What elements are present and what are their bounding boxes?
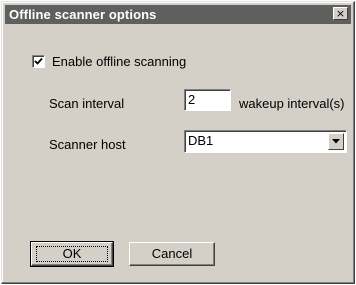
close-icon: × (335, 7, 346, 20)
scan-interval-unit-label: wakeup interval(s) (239, 96, 345, 111)
scan-interval-value: 2 (188, 92, 196, 107)
scan-interval-input[interactable]: 2 (184, 89, 231, 111)
enable-offline-scanning-label[interactable]: Enable offline scanning (52, 54, 186, 69)
scanner-host-value: DB1 (188, 133, 214, 148)
ok-button[interactable]: OK (30, 241, 114, 267)
ok-button-label: OK (62, 246, 82, 261)
dropdown-button[interactable] (328, 133, 344, 150)
chevron-down-icon (332, 139, 340, 144)
dialog-title: Offline scanner options (9, 7, 157, 22)
close-button[interactable]: × (333, 7, 348, 20)
scanner-host-label: Scanner host (49, 137, 126, 152)
title-bar[interactable]: Offline scanner options × (5, 5, 351, 24)
scanner-host-select[interactable]: DB1 (184, 130, 347, 153)
enable-offline-scanning-checkbox[interactable] (32, 55, 45, 68)
checkmark-icon (34, 57, 43, 65)
cancel-button[interactable]: Cancel (129, 242, 215, 266)
offline-scanner-options-dialog: Offline scanner options × Enable offline… (1, 1, 355, 284)
cancel-button-label: Cancel (151, 246, 193, 261)
scan-interval-label: Scan interval (49, 96, 125, 111)
